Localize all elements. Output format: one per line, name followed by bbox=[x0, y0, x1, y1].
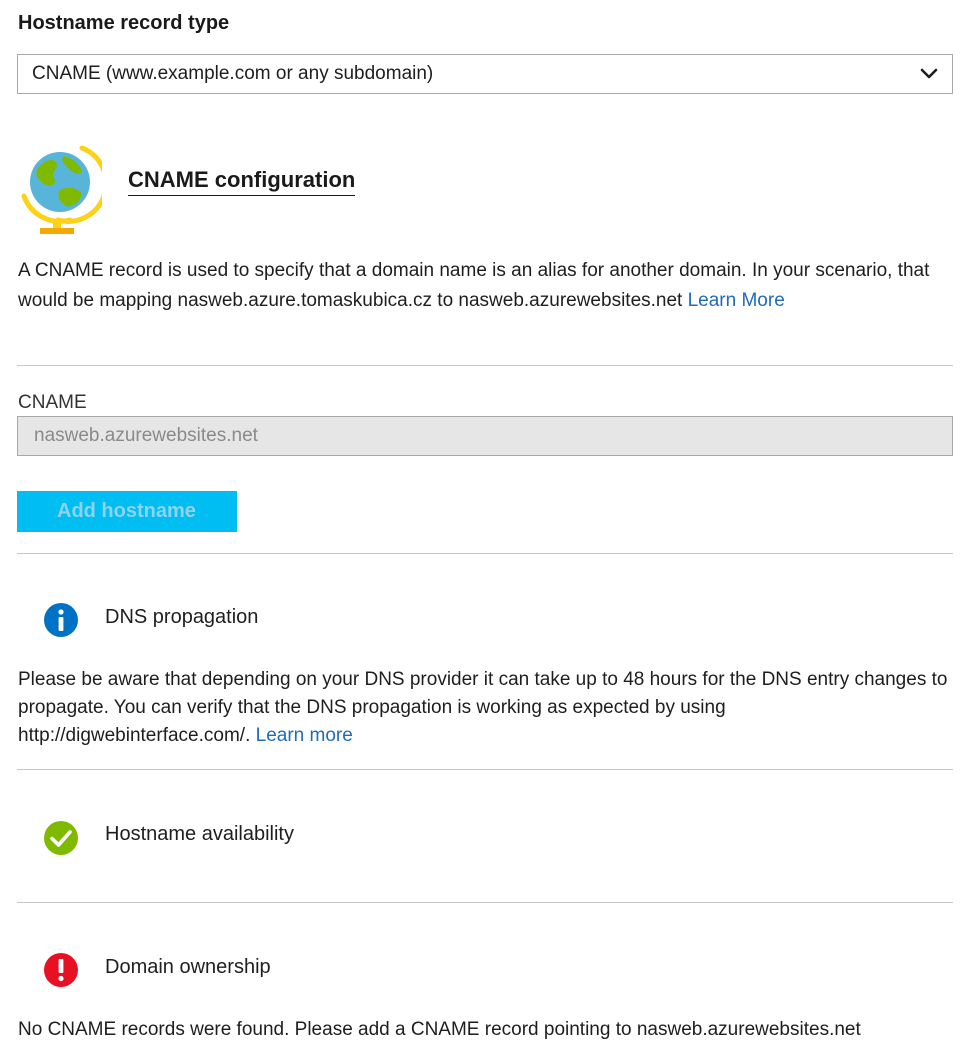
cname-configuration-title: CNAME configuration bbox=[128, 166, 356, 196]
domain-ownership-text: No CNAME records were found. Please add … bbox=[18, 1019, 861, 1040]
chevron-down-icon bbox=[920, 68, 938, 79]
record-type-label: Hostname record type bbox=[18, 12, 230, 34]
cname-field-label: CNAME bbox=[18, 392, 87, 413]
dns-learn-more-link[interactable]: Learn more bbox=[256, 725, 353, 746]
dns-propagation-body: Please be aware that depending on your D… bbox=[18, 669, 948, 746]
record-type-dropdown[interactable]: CNAME (www.example.com or any subdomain) bbox=[17, 54, 953, 94]
globe-icon bbox=[21, 145, 102, 234]
error-icon bbox=[44, 953, 78, 987]
info-icon bbox=[44, 603, 78, 637]
record-type-selected-value: CNAME (www.example.com or any subdomain) bbox=[32, 63, 434, 84]
dns-propagation-text: Please be aware that depending on your D… bbox=[18, 666, 948, 750]
divider bbox=[17, 553, 953, 554]
cname-description-text: A CNAME record is used to specify that a… bbox=[18, 260, 930, 311]
domain-ownership-title: Domain ownership bbox=[105, 956, 271, 978]
hostname-availability-title: Hostname availability bbox=[105, 823, 294, 845]
add-hostname-button[interactable]: Add hostname bbox=[17, 491, 237, 532]
learn-more-link[interactable]: Learn More bbox=[688, 290, 785, 311]
cname-description: A CNAME record is used to specify that a… bbox=[18, 256, 948, 316]
divider bbox=[17, 365, 953, 366]
divider bbox=[17, 769, 953, 770]
cname-input[interactable] bbox=[17, 416, 953, 456]
divider bbox=[17, 902, 953, 903]
dns-propagation-title: DNS propagation bbox=[105, 606, 259, 628]
check-icon bbox=[44, 821, 78, 855]
